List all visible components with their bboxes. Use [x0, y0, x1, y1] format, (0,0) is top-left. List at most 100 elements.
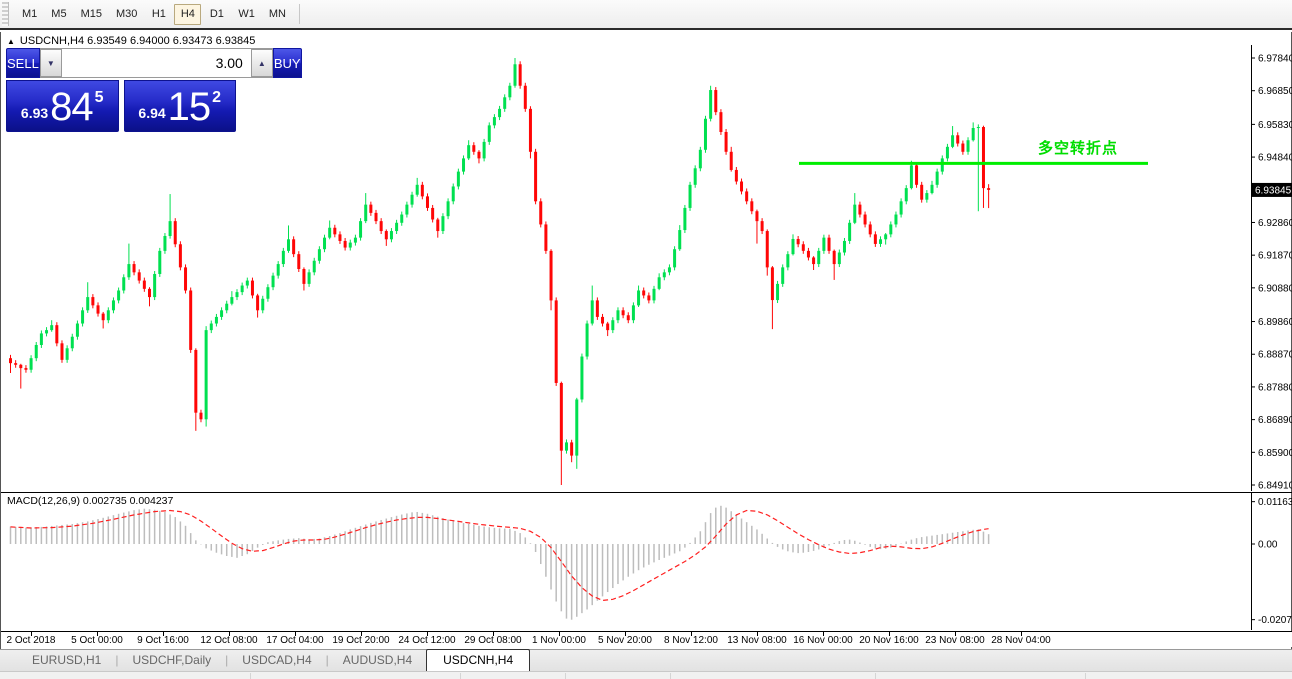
timeframe-button-m15[interactable]: M15 — [75, 4, 108, 25]
price-tick-label: 6.96850 — [1258, 86, 1292, 97]
candle-body — [889, 224, 892, 234]
candle-body — [220, 310, 223, 317]
candle-body — [858, 205, 861, 215]
candle-body — [210, 324, 213, 331]
price-tick-label: 6.94840 — [1258, 153, 1292, 164]
candle-body — [86, 297, 89, 310]
candle-body — [951, 135, 954, 147]
candle-body — [385, 231, 388, 239]
candle-body — [853, 205, 856, 223]
candle-body — [714, 90, 717, 112]
candle-body — [189, 290, 192, 349]
timeframe-button-m5[interactable]: M5 — [45, 4, 72, 25]
candle-body — [807, 251, 810, 258]
candle-body — [689, 185, 692, 208]
candle-body — [313, 261, 316, 273]
bid-price-box[interactable]: 6.93845 — [6, 80, 119, 132]
timeframe-button-d1[interactable]: D1 — [203, 4, 230, 25]
candle-body — [812, 257, 815, 264]
candle-body — [894, 215, 897, 225]
candle-body — [606, 324, 609, 331]
candle-body — [534, 152, 537, 202]
candle-body — [524, 86, 527, 109]
timeframe-toolbar: M1M5M15M30H1H4D1W1MN — [0, 0, 1292, 30]
candle-body — [179, 244, 182, 267]
chart-tab-eurusd-h1[interactable]: EURUSD,H1 — [18, 650, 115, 671]
candle-body — [833, 251, 836, 264]
time-tick-label: 19 Oct 20:00 — [323, 635, 399, 646]
volume-increase-button[interactable]: ▲ — [251, 49, 273, 77]
chart-tab-usdcnh-h4[interactable]: USDCNH,H4 — [426, 649, 530, 672]
candle-body — [472, 145, 475, 152]
candle-body — [709, 90, 712, 119]
price-tick-label: 6.89860 — [1258, 317, 1292, 328]
timeframe-button-h1[interactable]: H1 — [145, 4, 172, 25]
candle-body — [467, 145, 470, 158]
ask-price-digits: 15 — [168, 87, 211, 127]
candle-body — [694, 168, 697, 185]
candle-body — [761, 221, 764, 231]
candle-body — [117, 290, 120, 300]
toolbar-grip-handle[interactable] — [2, 2, 9, 26]
chart-title-text: USDCNH,H4 6.93549 6.94000 6.93473 6.9384… — [20, 35, 255, 47]
candle-body — [673, 249, 676, 267]
mt4-terminal: M1M5M15M30H1H4D1W1MN ▲ USDCNH,H4 6.93549… — [0, 0, 1292, 679]
candle-body — [678, 230, 681, 249]
price-tick-label: 6.90880 — [1258, 283, 1292, 294]
triangle-down-icon: ▼ — [47, 59, 55, 68]
sell-button[interactable]: SELL — [6, 48, 40, 78]
candle-body — [364, 205, 367, 222]
macd-signal-line — [11, 511, 989, 601]
price-tick-label: 6.92860 — [1258, 218, 1292, 229]
candle-body — [900, 201, 903, 214]
candle-body — [956, 135, 959, 143]
ask-price-box[interactable]: 6.94152 — [124, 80, 237, 132]
chart-tab-usdchf-daily[interactable]: USDCHF,Daily — [118, 650, 225, 671]
candle-body — [776, 284, 779, 300]
candle-body — [30, 358, 33, 370]
timeframe-button-h4[interactable]: H4 — [174, 4, 201, 25]
current-price-tag-text: 6.93845 — [1255, 185, 1292, 196]
macd-tick-label: 0.011636 — [1258, 497, 1292, 508]
candle-body — [477, 152, 480, 159]
candle-body — [277, 264, 280, 276]
chart-tab-bar: EURUSD,H1|USDCHF,Daily|USDCAD,H4|AUDUSD,… — [0, 649, 1292, 671]
candle-body — [632, 305, 635, 320]
buy-button[interactable]: BUY — [273, 48, 302, 78]
time-tick-label: 8 Nov 12:00 — [653, 635, 729, 646]
price-tick-label: 6.95830 — [1258, 120, 1292, 131]
candle-body — [791, 239, 794, 254]
candle-body — [596, 300, 599, 317]
candle-body — [910, 165, 913, 188]
candle-body — [158, 251, 161, 274]
candle-body — [395, 223, 398, 231]
candle-body — [416, 185, 419, 195]
volume-decrease-button[interactable]: ▼ — [40, 49, 62, 77]
chart-tab-audusd-h4[interactable]: AUDUSD,H4 — [329, 650, 426, 671]
chart-tab-usdcad-h4[interactable]: USDCAD,H4 — [228, 650, 325, 671]
timeframe-button-m1[interactable]: M1 — [16, 4, 43, 25]
candle-body — [344, 241, 347, 248]
time-tick-label: 5 Nov 20:00 — [587, 635, 663, 646]
candle-body — [915, 165, 918, 184]
candle-body — [580, 357, 583, 400]
candle-body — [498, 109, 501, 117]
candle-body — [50, 325, 53, 330]
candle-body — [591, 300, 594, 323]
timeframe-button-m30[interactable]: M30 — [110, 4, 143, 25]
candle-body — [405, 205, 408, 215]
candle-body — [828, 238, 831, 251]
time-tick-label: 12 Oct 08:00 — [191, 635, 267, 646]
candle-body — [539, 201, 542, 224]
macd-indicator-area[interactable]: 0.0116360.00-0.020788 — [1, 492, 1292, 630]
candle-body — [766, 231, 769, 267]
timeframe-button-mn[interactable]: MN — [263, 4, 292, 25]
time-axis[interactable]: 2 Oct 20185 Oct 00:009 Oct 16:0012 Oct 0… — [1, 631, 1292, 647]
candle-body — [946, 147, 949, 159]
volume-input[interactable] — [62, 49, 251, 77]
candle-body — [441, 216, 444, 231]
bid-price-digits: 84 — [50, 87, 93, 127]
candle-body — [349, 243, 352, 248]
candle-body — [601, 317, 604, 324]
timeframe-button-w1[interactable]: W1 — [232, 4, 261, 25]
